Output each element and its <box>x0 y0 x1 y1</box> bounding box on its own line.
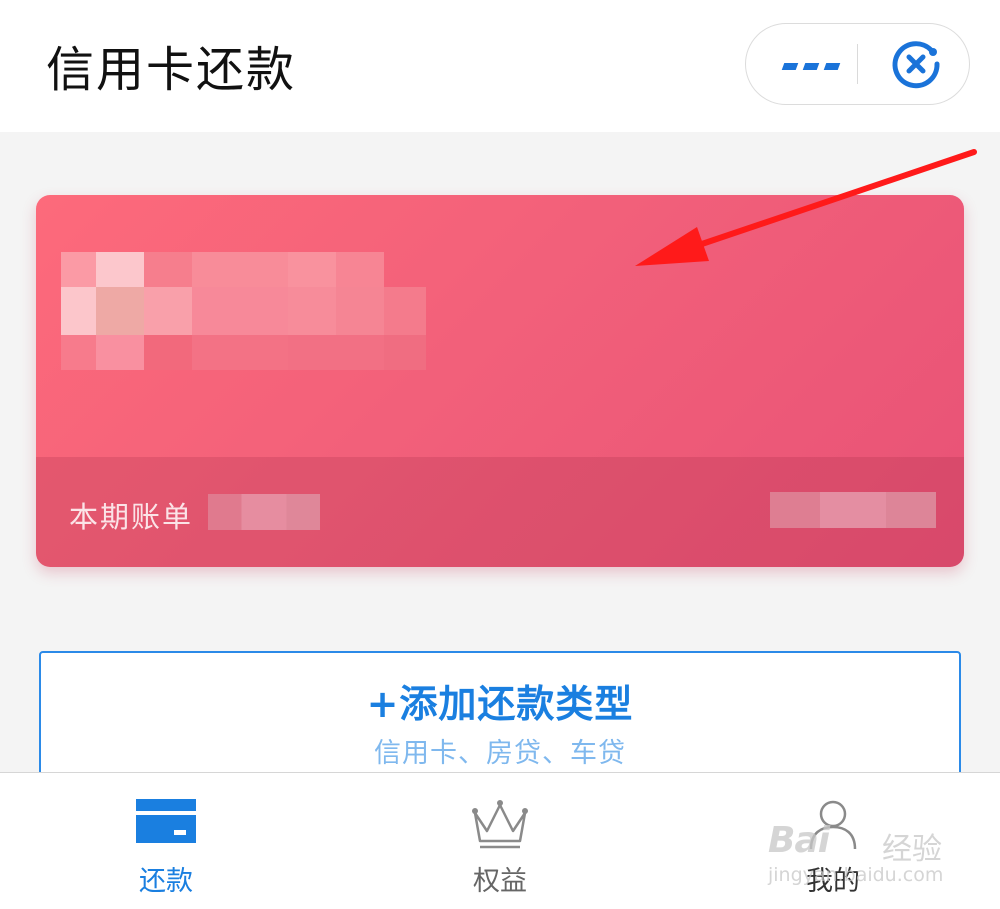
page-title: 信用卡还款 <box>46 42 297 98</box>
capsule-divider <box>857 44 858 84</box>
tab-repay-label: 还款 <box>139 866 193 897</box>
card-footer: 本期账单 <box>36 457 964 567</box>
bill-amount-redacted <box>208 494 320 530</box>
crown-icon <box>472 800 528 849</box>
add-type-subtitle: 信用卡、房贷、车贷 <box>374 738 626 769</box>
tab-repay[interactable]: 还款 <box>66 773 266 909</box>
more-dots-icon <box>781 63 799 70</box>
card-icon <box>136 799 196 843</box>
tab-mine[interactable]: 我的 <box>733 773 933 909</box>
due-date-redacted <box>770 492 936 528</box>
bottom-tab-bar: 还款 权益 我的 <box>0 772 1000 909</box>
add-repayment-type-button[interactable]: +添加还款类型 信用卡、房贷、车贷 <box>39 651 961 781</box>
close-button[interactable] <box>859 24 969 104</box>
tab-benefits-label: 权益 <box>473 866 527 897</box>
mini-program-capsule <box>745 23 970 105</box>
current-bill-label: 本期账单 <box>69 500 194 534</box>
credit-card-bill[interactable]: 本期账单 <box>36 195 964 567</box>
tab-mine-label: 我的 <box>806 866 860 897</box>
more-dot <box>802 63 820 70</box>
app-header: 信用卡还款 <box>0 0 1000 132</box>
more-button[interactable] <box>746 24 858 104</box>
close-target-icon <box>892 41 940 89</box>
more-dot <box>823 63 841 70</box>
add-type-title: +添加还款类型 <box>366 682 634 726</box>
tab-benefits[interactable]: 权益 <box>400 773 600 909</box>
user-icon <box>809 800 857 850</box>
